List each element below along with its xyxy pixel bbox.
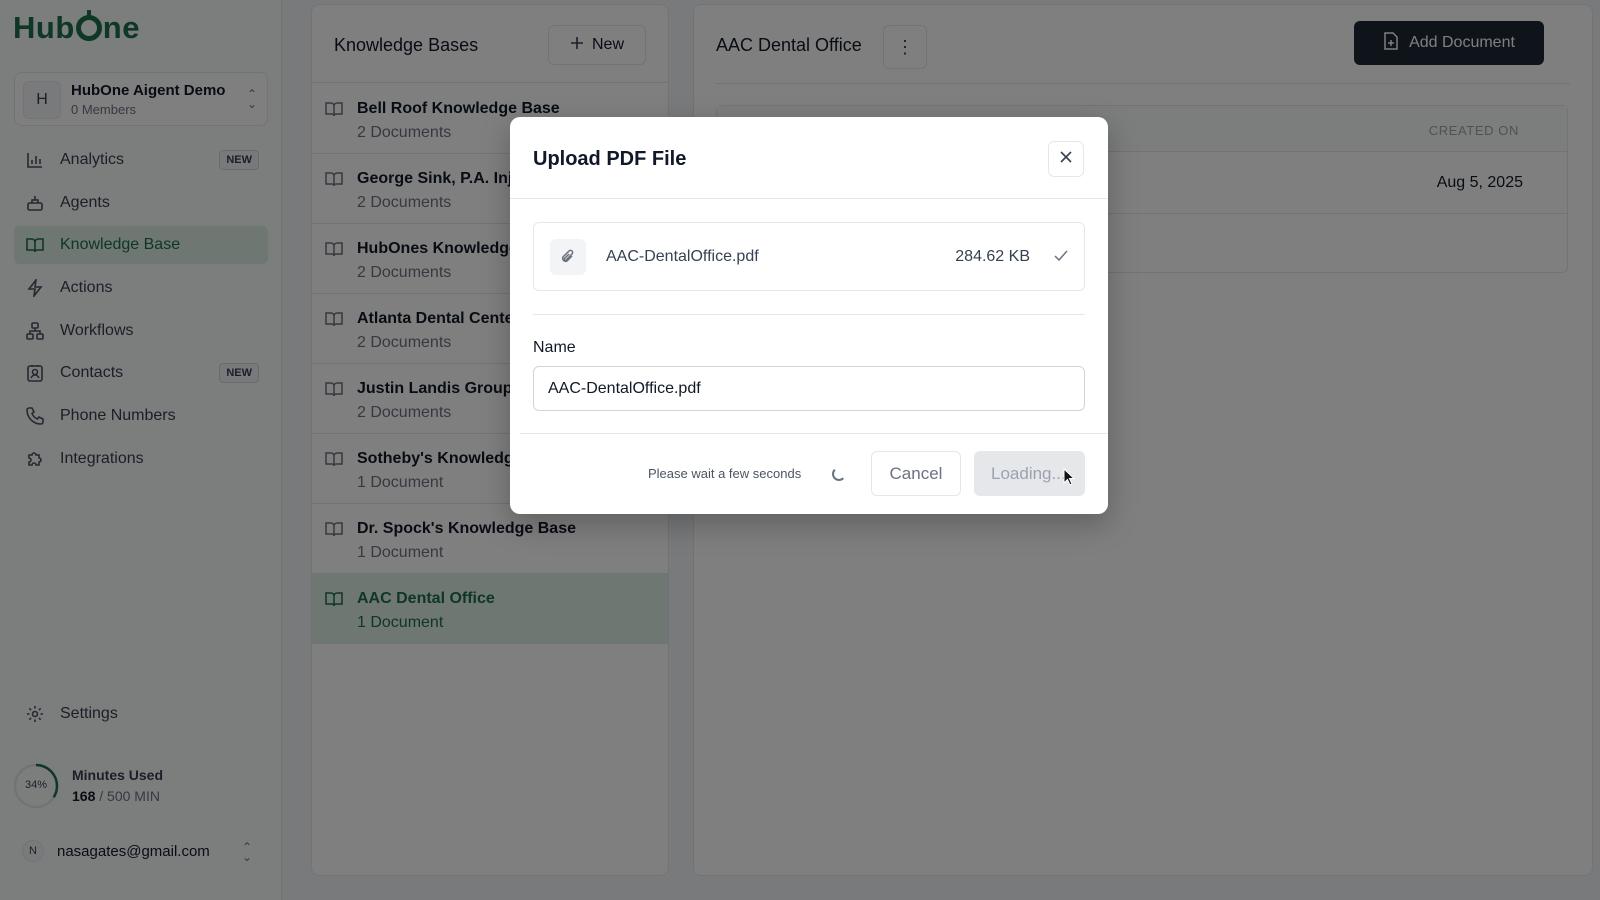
close-button[interactable] bbox=[1048, 141, 1084, 177]
name-label: Name bbox=[533, 339, 576, 356]
divider bbox=[533, 314, 1085, 315]
file-size: 284.62 KB bbox=[955, 248, 1030, 265]
paperclip-icon bbox=[550, 239, 586, 275]
spinner-icon bbox=[832, 467, 846, 481]
mouse-cursor-icon bbox=[1063, 467, 1076, 491]
divider bbox=[520, 433, 1108, 434]
close-icon bbox=[1060, 150, 1072, 168]
selected-file: AAC-DentalOffice.pdf 284.62 KB bbox=[533, 222, 1085, 291]
cancel-button[interactable]: Cancel bbox=[871, 451, 961, 496]
check-icon bbox=[1054, 249, 1068, 267]
document-name-input[interactable] bbox=[533, 366, 1085, 411]
file-name: AAC-DentalOffice.pdf bbox=[606, 248, 759, 265]
divider bbox=[510, 198, 1108, 199]
upload-pdf-modal: Upload PDF File AAC-DentalOffice.pdf 284… bbox=[510, 117, 1108, 514]
modal-title: Upload PDF File bbox=[533, 148, 687, 170]
wait-message: Please wait a few seconds bbox=[648, 466, 802, 481]
